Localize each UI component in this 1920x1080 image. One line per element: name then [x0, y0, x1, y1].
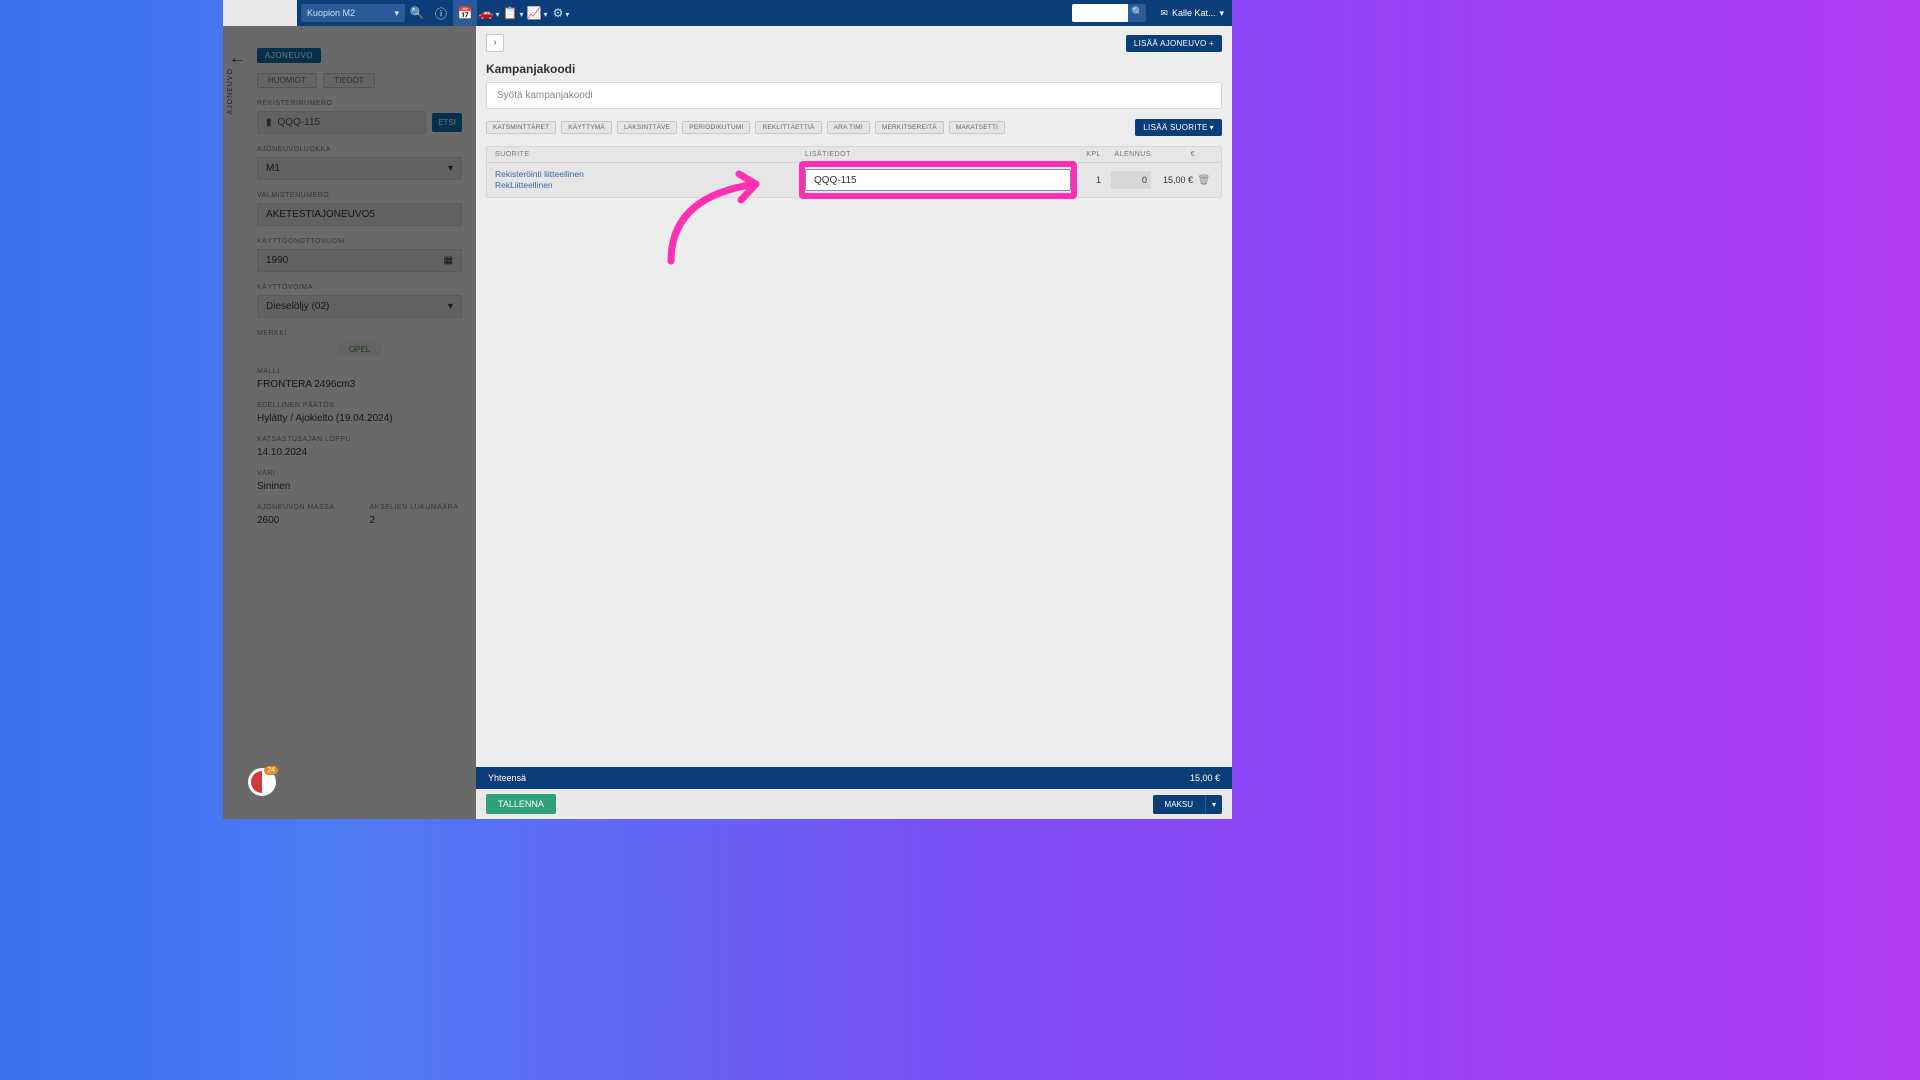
items-table: SUORITE LISÄTIEDOT KPL ALENNUS € Rekiste…: [486, 146, 1222, 198]
main-panel: › LISÄÄ AJONEUVO + Kampanjakoodi Syötä k…: [476, 26, 1232, 819]
reg-value: QQQ-115: [278, 117, 321, 128]
tab-huomiot[interactable]: HUOMIOT: [257, 73, 317, 88]
page-title: Kampanjakoodi: [476, 52, 1232, 82]
pay-button[interactable]: MAKSU: [1153, 795, 1205, 814]
lbl-kayttoonottovuosi: KÄYTTÖÖNOTTOVUOSI: [257, 238, 462, 245]
tag-7[interactable]: MAKATSETTI: [949, 121, 1005, 134]
pay-caret-button[interactable]: ▾: [1205, 795, 1222, 814]
collapse-sidebar-button[interactable]: ›: [486, 34, 504, 52]
tag-1[interactable]: KÄYTTYMÄ: [561, 121, 612, 134]
massa-value: 2600: [257, 515, 350, 526]
total-bar: Yhteensä 15,00 €: [476, 767, 1232, 789]
lbl-kayttovoima: KÄYTTÖVOIMA: [257, 284, 462, 291]
col-kpl: KPL: [1071, 151, 1101, 158]
kpl-input[interactable]: [1075, 171, 1101, 189]
back-icon[interactable]: ←: [229, 50, 245, 68]
lbl-ajoneuvoluokka: AJONEUVOLUOKKA: [257, 146, 462, 153]
table-row: Rekisteröinti liitteellinen RekLiitteell…: [487, 163, 1221, 197]
tab-tiedot[interactable]: TIEDOT: [323, 73, 374, 88]
row-desc2: RekLiitteellinen: [495, 180, 805, 191]
user-name: Kalle Kat...: [1172, 8, 1216, 18]
total-value: 15,00 €: [1190, 773, 1220, 783]
category-tags: KATSMINTTÄRET KÄYTTYMÄ LAKSINTTÄVE PERIO…: [486, 119, 1222, 136]
search-icon[interactable]: 🔍: [405, 6, 429, 20]
field-kayttovoima[interactable]: Dieselöljy (02)▾: [257, 295, 462, 318]
akselit-value: 2: [370, 515, 463, 526]
logo: [223, 0, 297, 26]
lbl-katsastus: KATSASTUSAJAN LOPPU: [257, 436, 462, 443]
lisatiedot-input[interactable]: [805, 169, 1071, 191]
lbl-vari: VÄRI: [257, 470, 462, 477]
location-select[interactable]: Kuopion M2 ▾: [301, 4, 405, 22]
save-button[interactable]: TALLENNA: [486, 794, 556, 814]
row-price: 15,00 €: [1151, 175, 1195, 185]
malli-value: FRONTERA 2496cm3: [257, 379, 462, 390]
chevron-down-icon: ▾: [448, 163, 453, 174]
lbl-malli: MALLI: [257, 368, 462, 375]
car-icon[interactable]: 🚗: [477, 6, 501, 20]
info-icon[interactable]: ⓘ: [429, 5, 453, 22]
reg-label: REKISTERINUMERO: [257, 100, 462, 107]
clipboard-icon[interactable]: 📋: [501, 6, 525, 20]
tag-6[interactable]: MERKITSEREITÄ: [875, 121, 944, 134]
user-menu[interactable]: ✉ Kalle Kat... ▾: [1160, 8, 1224, 19]
row-desc1: Rekisteröinti liitteellinen: [495, 169, 805, 180]
mail-icon: ✉: [1160, 8, 1168, 19]
alennus-input[interactable]: [1111, 171, 1151, 189]
lbl-edellinen: EDELLINEN PÄÄTÖS: [257, 402, 462, 409]
field-ajoneuvoluokka[interactable]: M1▾: [257, 157, 462, 180]
col-lisatiedot: LISÄTIEDOT: [805, 151, 1071, 158]
chevron-down-icon: ▾: [448, 301, 453, 312]
col-eur: €: [1151, 151, 1195, 158]
total-label: Yhteensä: [488, 773, 526, 783]
chevron-down-icon: ▾: [1219, 8, 1224, 19]
vari-value: Sininen: [257, 481, 462, 492]
col-suorite: SUORITE: [495, 151, 805, 158]
delete-row-icon[interactable]: 🗑: [1195, 175, 1213, 186]
reg-search-button[interactable]: ETSI: [432, 113, 462, 132]
chevron-down-icon: ▾: [394, 8, 399, 19]
add-item-button[interactable]: LISÄÄ SUORITE: [1135, 119, 1222, 136]
flag-icon: ▮: [266, 117, 272, 128]
header-search-input[interactable]: [1072, 4, 1128, 22]
tag-2[interactable]: LAKSINTTÄVE: [617, 121, 677, 134]
tag-4[interactable]: REKLITTÄETTIÄ: [755, 121, 821, 134]
field-valmistenumero[interactable]: AKETESTIAJONEUVO5: [257, 203, 462, 226]
active-tab-pill[interactable]: AJONEUVO: [257, 48, 321, 63]
location-value: Kuopion M2: [307, 8, 355, 18]
notification-badge[interactable]: [248, 768, 276, 796]
add-vehicle-button[interactable]: LISÄÄ AJONEUVO +: [1126, 35, 1222, 52]
app-header: Kuopion M2 ▾ 🔍 ⓘ 📅 🚗 📋 📈 ⚙ 🔍 ✉ Kalle Kat…: [223, 0, 1232, 26]
vehicle-sidebar: ← AJONEUVO AJONEUVO HUOMIOT TIEDOT REKIS…: [223, 26, 476, 819]
campaign-code-input[interactable]: Syötä kampanjakoodi: [486, 82, 1222, 109]
calendar-icon[interactable]: 📅: [453, 0, 477, 26]
tag-0[interactable]: KATSMINTTÄRET: [486, 121, 556, 134]
lbl-massa: AJONEUVON MASSA: [257, 504, 350, 511]
field-kayttoonottovuosi[interactable]: 1990▦: [257, 249, 462, 272]
tag-3[interactable]: PERIODIKUTUMI: [682, 121, 750, 134]
merkki-value: OPEL: [337, 343, 382, 356]
katsastus-value: 14.10.2024: [257, 447, 462, 458]
header-search-button[interactable]: 🔍: [1128, 4, 1146, 22]
calendar-icon: ▦: [444, 255, 453, 266]
lbl-valmistenumero: VALMISTENUMERO: [257, 192, 462, 199]
edellinen-value: Hylätty / Ajokielto (19.04.2024): [257, 413, 462, 424]
action-bar: TALLENNA MAKSU ▾: [476, 789, 1232, 819]
chart-icon[interactable]: 📈: [525, 6, 549, 20]
vertical-label: AJONEUVO: [227, 68, 234, 115]
lbl-merkki: MERKKI: [257, 330, 462, 337]
reg-input[interactable]: ▮ QQQ-115: [257, 111, 426, 134]
col-alennus: ALENNUS: [1101, 151, 1151, 158]
gear-icon[interactable]: ⚙: [549, 6, 573, 20]
lbl-akselit: AKSELIEN LUKUMÄÄRÄ: [370, 504, 463, 511]
tag-5[interactable]: ARA TIMI: [827, 121, 870, 134]
